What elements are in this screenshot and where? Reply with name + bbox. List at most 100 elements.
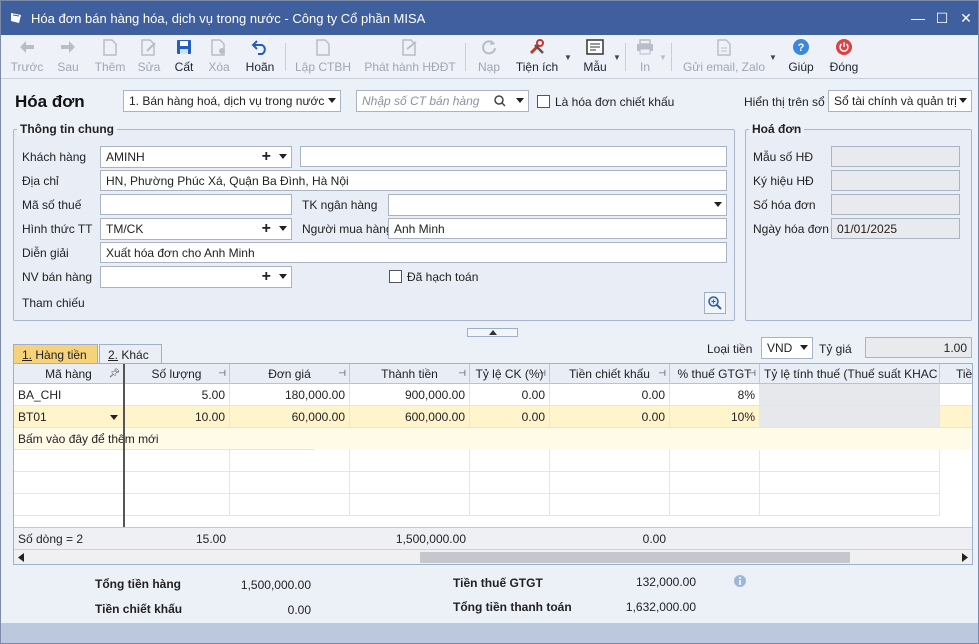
add-icon[interactable]: + bbox=[262, 269, 271, 285]
cell-item-code[interactable]: BT01 bbox=[14, 406, 124, 428]
arrow-left-icon bbox=[20, 41, 34, 53]
address-field[interactable]: HN, Phường Phúc Xá, Quận Ba Đình, Hà Nội bbox=[100, 170, 727, 191]
close-button[interactable]: Đóng bbox=[828, 37, 860, 77]
column-header-tax-rate-other[interactable]: Tỷ lệ tính thuế (Thuế suất KHAC bbox=[760, 364, 940, 384]
reference-search-button[interactable] bbox=[704, 292, 726, 314]
chevron-down-icon[interactable] bbox=[516, 98, 524, 103]
help-button[interactable]: ? Giúp bbox=[787, 37, 815, 77]
add-icon[interactable]: + bbox=[262, 149, 271, 165]
cell-quantity[interactable]: 5.00 bbox=[124, 384, 230, 406]
chevron-down-icon bbox=[800, 345, 808, 350]
pin-icon[interactable]: 📌︎ bbox=[109, 368, 120, 379]
minimize-button[interactable]: — bbox=[906, 1, 930, 35]
maximize-button[interactable]: ☐ bbox=[930, 1, 954, 35]
search-icon[interactable] bbox=[494, 95, 506, 107]
print-label: In bbox=[639, 60, 650, 74]
pin-icon[interactable]: ⊣ bbox=[658, 368, 666, 379]
chevron-down-icon bbox=[279, 274, 287, 279]
cell-vat-rate[interactable]: 8% bbox=[670, 384, 760, 406]
next-button[interactable]: Sau bbox=[55, 37, 81, 77]
cell-discount-amount[interactable]: 0.00 bbox=[550, 384, 670, 406]
display-ledger-select[interactable]: Sổ tài chính và quản trị bbox=[828, 90, 972, 112]
cell-item-code[interactable]: BA_CHI bbox=[14, 384, 124, 406]
scroll-left-icon[interactable] bbox=[18, 553, 24, 562]
currency-select[interactable]: VND bbox=[761, 337, 813, 359]
chevron-down-icon[interactable] bbox=[110, 415, 118, 420]
customer-code-select[interactable]: AMINH + bbox=[100, 146, 292, 168]
table-row[interactable]: BA_CHI 5.00 180,000.00 900,000.00 0.00 0… bbox=[14, 384, 972, 406]
cell-discount-rate[interactable]: 0.00 bbox=[470, 384, 550, 406]
discount-invoice-checkbox[interactable] bbox=[537, 95, 550, 108]
horizontal-scrollbar[interactable] bbox=[14, 549, 972, 564]
cell-discount-rate[interactable]: 0.00 bbox=[470, 406, 550, 428]
buyer-field[interactable]: Anh Minh bbox=[388, 218, 727, 239]
edit-button[interactable]: Sửa bbox=[137, 37, 161, 77]
tab-goods-amount[interactable]: 1. Hàng tiền bbox=[13, 344, 98, 364]
close-window-button[interactable]: ✕ bbox=[954, 1, 978, 35]
cell-amount[interactable]: 600,000.00 bbox=[350, 406, 470, 428]
send-email-button[interactable]: Gửi email, Zalo bbox=[683, 37, 765, 77]
send-email-dropdown-icon[interactable]: ▼ bbox=[769, 53, 777, 62]
pin-icon[interactable]: ⊣ bbox=[218, 368, 226, 379]
arrow-right-icon bbox=[61, 41, 75, 53]
column-header-unit-price[interactable]: Đơn giá ⊣ bbox=[230, 364, 350, 384]
column-header-amount[interactable]: Thành tiền ⊣ bbox=[350, 364, 470, 384]
scroll-right-icon[interactable] bbox=[962, 553, 968, 562]
customer-name-field[interactable] bbox=[300, 146, 727, 167]
back-button[interactable]: Trước bbox=[11, 37, 43, 77]
save-button[interactable]: Cất bbox=[173, 37, 195, 77]
issue-einvoice-button[interactable]: Phát hành HĐĐT bbox=[364, 37, 456, 77]
print-button[interactable]: In bbox=[635, 37, 655, 77]
column-header-discount-rate[interactable]: Tỷ lệ CK (%) ⊣ bbox=[470, 364, 550, 384]
invoice-type-select[interactable]: 1. Bán hàng hoá, dịch vụ trong nước bbox=[123, 90, 341, 112]
cell-quantity[interactable]: 10.00 bbox=[124, 406, 230, 428]
add-new-row-hint[interactable]: Bấm vào đây để thêm mới bbox=[14, 428, 314, 450]
pin-icon[interactable]: ⊣ bbox=[338, 368, 346, 379]
cell-vat-rate[interactable]: 10% bbox=[670, 406, 760, 428]
delete-button[interactable]: Xóa bbox=[207, 37, 231, 77]
collapse-handle[interactable] bbox=[467, 328, 518, 337]
cell-unit-price[interactable]: 180,000.00 bbox=[230, 384, 350, 406]
cell-amount[interactable]: 900,000.00 bbox=[350, 384, 470, 406]
tab-other[interactable]: 2. Khác bbox=[99, 344, 162, 364]
cell-tax-amount[interactable] bbox=[940, 384, 972, 406]
pin-icon[interactable]: ⊣ bbox=[458, 368, 466, 379]
template-dropdown-icon[interactable]: ▼ bbox=[613, 53, 621, 62]
bank-account-select[interactable] bbox=[388, 194, 727, 216]
payment-method-select[interactable]: TM/CK + bbox=[100, 218, 292, 240]
window-title: Hóa đơn bán hàng hóa, dịch vụ trong nước… bbox=[31, 10, 426, 26]
undo-button[interactable]: Hoãn bbox=[245, 37, 275, 77]
create-voucher-button[interactable]: Lập CTBH bbox=[295, 37, 351, 77]
column-header-item-code[interactable]: Mã hàng 📌︎ bbox=[14, 364, 124, 384]
description-field[interactable]: Xuất hóa đơn cho Anh Minh bbox=[100, 242, 727, 263]
utilities-dropdown-icon[interactable]: ▼ bbox=[564, 53, 572, 62]
delete-document-icon bbox=[211, 38, 225, 56]
column-header-discount-amount[interactable]: Tiền chiết khấu ⊣ bbox=[550, 364, 670, 384]
add-new-row[interactable]: Bấm vào đây để thêm mới bbox=[14, 428, 972, 450]
column-header-vat-rate[interactable]: % thuế GTGT ⊣ bbox=[670, 364, 760, 384]
frozen-column-divider bbox=[123, 364, 125, 549]
tax-code-field[interactable] bbox=[100, 194, 292, 215]
edit-label: Sửa bbox=[137, 60, 161, 74]
add-icon[interactable]: + bbox=[262, 221, 271, 237]
salesperson-label: NV bán hàng bbox=[22, 270, 93, 284]
posted-checkbox[interactable] bbox=[389, 270, 402, 283]
salesperson-select[interactable]: + bbox=[100, 266, 292, 288]
scrollbar-thumb[interactable] bbox=[420, 552, 850, 563]
info-icon[interactable] bbox=[734, 575, 746, 587]
cell-discount-amount[interactable]: 0.00 bbox=[550, 406, 670, 428]
voucher-number-input[interactable]: Nhập số CT bán hàng bbox=[356, 90, 529, 112]
column-header-tax-amount[interactable]: Tiề bbox=[940, 364, 972, 384]
reload-button[interactable]: Nạp bbox=[477, 37, 501, 77]
utilities-button[interactable]: Tiện ích bbox=[516, 37, 558, 77]
pin-icon[interactable]: ⊣ bbox=[748, 368, 756, 379]
add-button[interactable]: Thêm bbox=[93, 37, 127, 77]
cell-tax-amount[interactable] bbox=[940, 406, 972, 428]
print-dropdown-icon[interactable]: ▼ bbox=[659, 53, 667, 62]
column-header-quantity[interactable]: Số lượng ⊣ bbox=[124, 364, 230, 384]
template-button[interactable]: Mẫu bbox=[581, 37, 609, 77]
pin-icon[interactable]: ⊣ bbox=[538, 368, 546, 379]
table-row[interactable]: BT01 10.00 60,000.00 600,000.00 0.00 0.0… bbox=[14, 406, 972, 428]
add-label: Thêm bbox=[94, 60, 126, 74]
cell-unit-price[interactable]: 60,000.00 bbox=[230, 406, 350, 428]
